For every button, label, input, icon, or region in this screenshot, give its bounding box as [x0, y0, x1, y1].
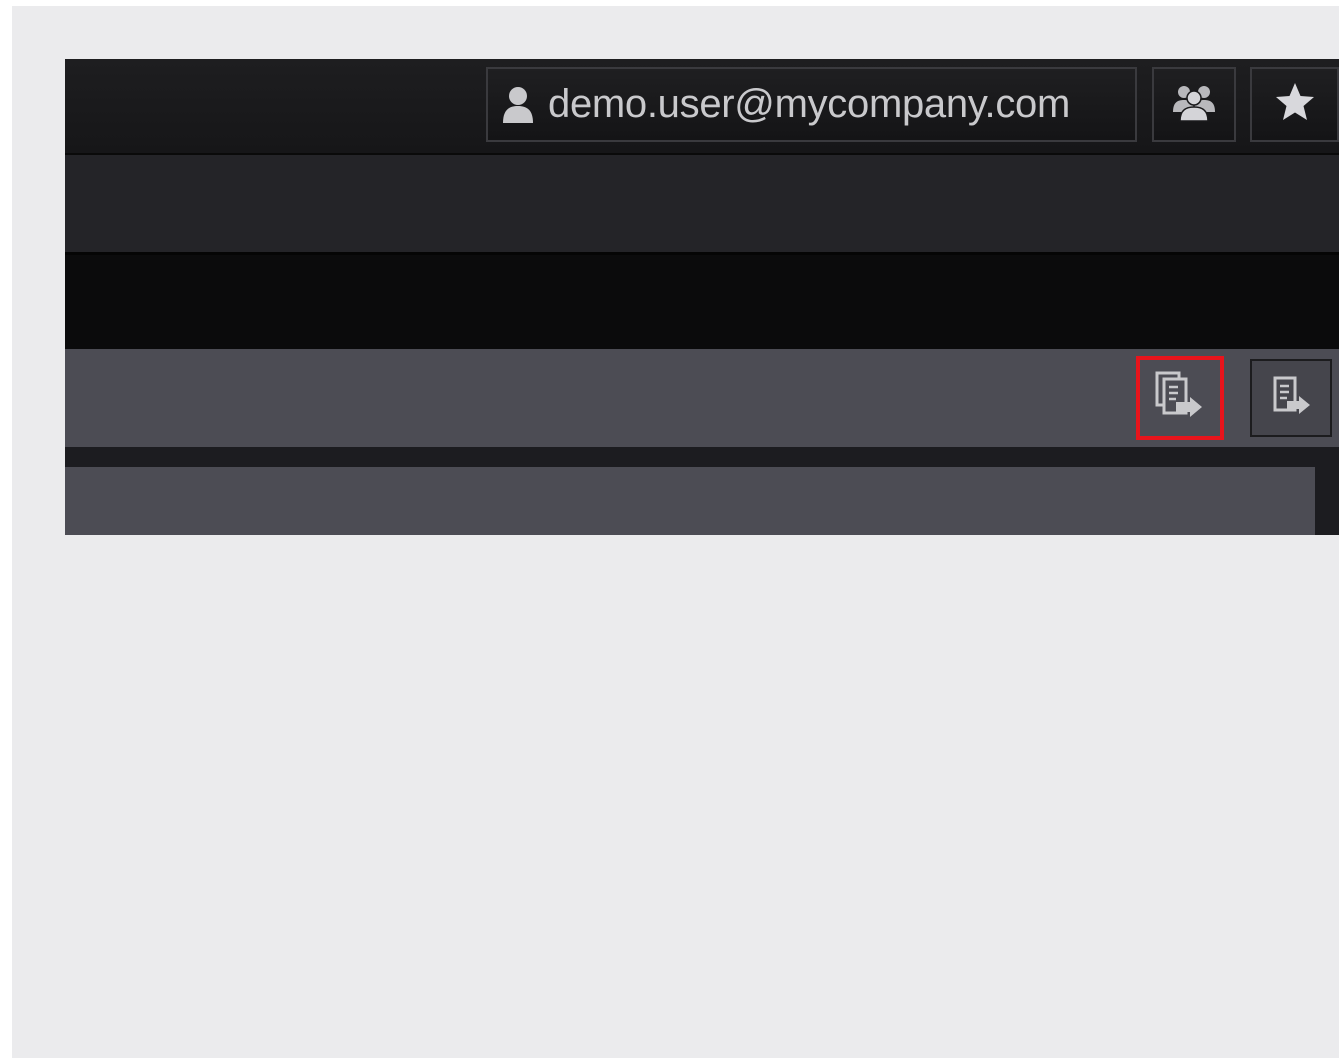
content-panel	[65, 467, 1315, 535]
top-bar: demo.user@mycompany.com	[65, 59, 1339, 155]
favorites-button[interactable]	[1250, 67, 1339, 142]
secondary-bar	[65, 155, 1339, 255]
toolbar	[65, 349, 1339, 447]
navigation-band	[65, 255, 1339, 349]
user-icon	[500, 85, 536, 125]
users-button[interactable]	[1152, 67, 1236, 142]
export-all-button[interactable]	[1136, 356, 1224, 440]
export-document-icon	[1269, 374, 1313, 423]
export-button[interactable]	[1250, 359, 1332, 437]
divider-strip	[65, 447, 1339, 467]
user-email: demo.user@mycompany.com	[548, 82, 1071, 126]
star-icon	[1273, 81, 1317, 128]
users-icon	[1170, 82, 1218, 127]
user-account-button[interactable]: demo.user@mycompany.com	[486, 67, 1137, 142]
app-window: demo.user@mycompany.com	[65, 59, 1339, 535]
export-multiple-documents-icon	[1154, 370, 1206, 427]
scrollbar-gutter[interactable]	[1315, 467, 1339, 535]
